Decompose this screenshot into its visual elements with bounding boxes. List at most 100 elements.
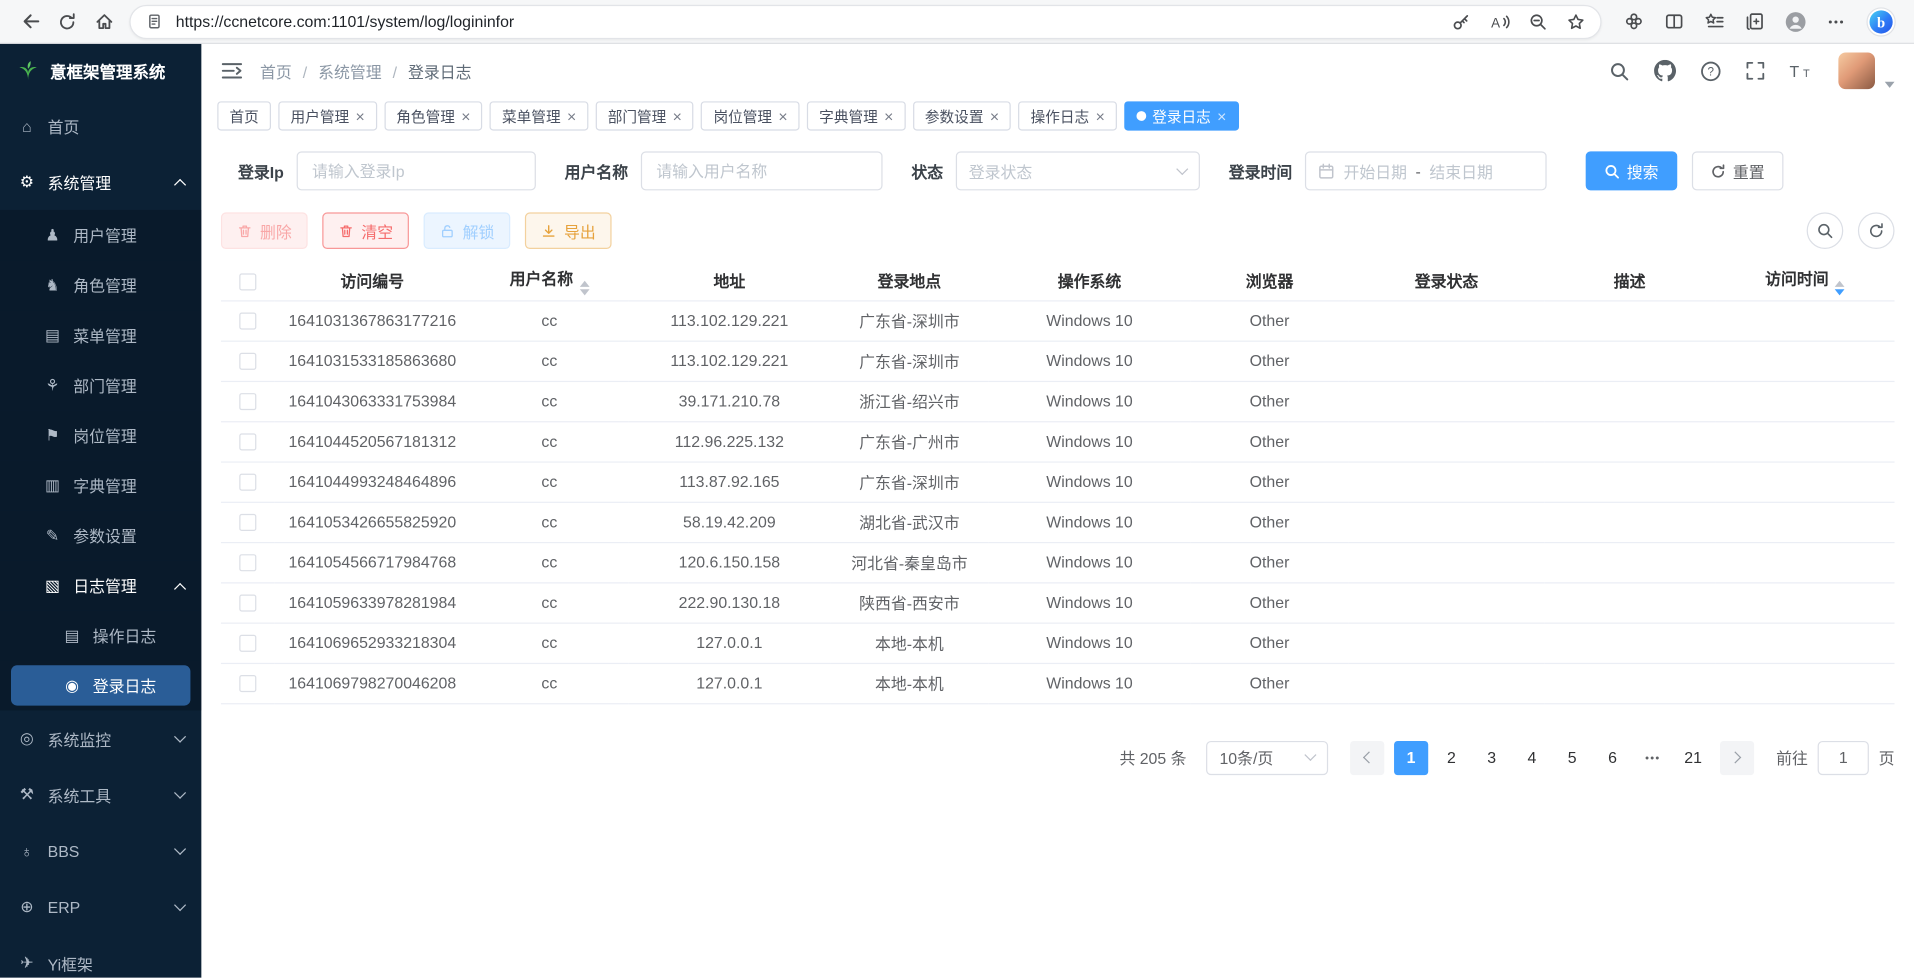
row-checkbox[interactable]: [239, 635, 256, 652]
refresh-table-button[interactable]: [1858, 212, 1895, 249]
row-checkbox[interactable]: [239, 675, 256, 692]
favorites-bar-icon[interactable]: [1704, 11, 1725, 32]
favorites-star-icon[interactable]: [1566, 12, 1586, 32]
clear-button[interactable]: 清空: [322, 212, 409, 249]
page-button[interactable]: 5: [1555, 740, 1589, 774]
tab-close-icon[interactable]: ×: [672, 108, 681, 124]
start-date-placeholder[interactable]: 开始日期: [1344, 159, 1407, 182]
status-select[interactable]: 登录状态: [955, 151, 1199, 190]
help-icon[interactable]: ?: [1700, 60, 1721, 81]
read-aloud-icon[interactable]: A: [1489, 12, 1510, 32]
table-row[interactable]: 1641044520567181312 cc 112.96.225.132 广东…: [221, 421, 1895, 461]
split-screen-icon[interactable]: [1664, 11, 1685, 32]
tab-close-icon[interactable]: ×: [1095, 108, 1104, 124]
sidebar-item[interactable]: ♟ 用户管理: [0, 210, 201, 260]
select-all-header[interactable]: [221, 261, 275, 300]
table-row[interactable]: 1641043063331753984 cc 39.171.210.78 浙江省…: [221, 381, 1895, 421]
login-ip-input[interactable]: [296, 151, 535, 190]
browser-back-button[interactable]: [12, 3, 49, 40]
table-row[interactable]: 1641031367863177216 cc 113.102.129.221 广…: [221, 300, 1895, 340]
user-name-input[interactable]: [640, 151, 882, 190]
view-tab[interactable]: 登录日志 ×: [1124, 101, 1238, 130]
unlock-button[interactable]: 解锁: [424, 212, 511, 249]
table-row[interactable]: 1641044993248464896 cc 113.87.92.165 广东省…: [221, 461, 1895, 501]
sidebar-item[interactable]: ⌂ 首页: [0, 98, 201, 154]
row-checkbox[interactable]: [239, 595, 256, 612]
page-button[interactable]: 3: [1475, 740, 1509, 774]
table-row[interactable]: 1641054566717984768 cc 120.6.150.158 河北省…: [221, 542, 1895, 582]
column-header[interactable]: 用户名称: [470, 261, 629, 300]
app-logo[interactable]: 意框架管理系统: [0, 44, 201, 98]
address-bar[interactable]: https://ccnetcore.com:1101/system/log/lo…: [129, 4, 1601, 38]
fullscreen-icon[interactable]: [1746, 61, 1766, 81]
sidebar-item[interactable]: ⚒ 系统工具: [0, 767, 201, 823]
page-button[interactable]: 2: [1434, 740, 1468, 774]
user-avatar[interactable]: [1838, 52, 1875, 89]
sidebar-item[interactable]: ⚘ 部门管理: [0, 360, 201, 410]
tab-close-icon[interactable]: ×: [884, 108, 893, 124]
page-button[interactable]: 21: [1676, 740, 1710, 774]
copilot-icon[interactable]: b: [1865, 5, 1897, 37]
column-header[interactable]: 访问时间: [1715, 261, 1894, 300]
collections-icon[interactable]: [1744, 11, 1765, 32]
zoom-out-icon[interactable]: [1528, 12, 1548, 32]
tab-close-icon[interactable]: ×: [778, 108, 787, 124]
column-header[interactable]: 操作系统: [989, 261, 1190, 300]
sidebar-item[interactable]: ◉ 登录日志: [0, 660, 201, 710]
font-size-icon[interactable]: TT: [1790, 61, 1814, 81]
sidebar-item[interactable]: ✎ 参数设置: [0, 510, 201, 560]
row-checkbox[interactable]: [239, 393, 256, 410]
view-tab[interactable]: 参数设置 ×: [913, 101, 1011, 130]
row-checkbox[interactable]: [239, 474, 256, 491]
sidebar-item[interactable]: ⚑ 岗位管理: [0, 410, 201, 460]
password-key-icon[interactable]: [1451, 12, 1471, 32]
row-checkbox[interactable]: [239, 434, 256, 451]
row-checkbox[interactable]: [239, 313, 256, 330]
page-button[interactable]: 1: [1394, 740, 1428, 774]
date-range-picker[interactable]: 开始日期 - 结束日期: [1304, 151, 1546, 190]
breadcrumb-item[interactable]: 系统管理: [292, 59, 382, 82]
view-tab[interactable]: 首页 ×: [217, 101, 271, 130]
extensions-icon[interactable]: [1624, 11, 1645, 32]
table-row[interactable]: 1641031533185863680 cc 113.102.129.221 广…: [221, 341, 1895, 381]
page-button[interactable]: •••: [1636, 740, 1670, 774]
page-size-select[interactable]: 10条/页: [1206, 740, 1328, 774]
breadcrumb-item[interactable]: 登录日志: [382, 59, 472, 82]
view-tab[interactable]: 菜单管理 ×: [490, 101, 588, 130]
browser-profile-icon[interactable]: [1785, 10, 1807, 32]
view-tab[interactable]: 岗位管理 ×: [701, 101, 799, 130]
column-header[interactable]: 地址: [629, 261, 830, 300]
sort-icon[interactable]: [579, 280, 589, 295]
sidebar-item[interactable]: ▥ 字典管理: [0, 460, 201, 510]
column-header[interactable]: 访问编号: [275, 261, 470, 300]
select-all-checkbox[interactable]: [239, 273, 256, 290]
sidebar-item[interactable]: ▤ 操作日志: [0, 610, 201, 660]
browser-menu-icon[interactable]: [1826, 12, 1846, 32]
table-row[interactable]: 1641069652933218304 cc 127.0.0.1 本地-本机 W…: [221, 623, 1895, 663]
table-row[interactable]: 1641059633978281984 cc 222.90.130.18 陕西省…: [221, 582, 1895, 622]
column-header[interactable]: 描述: [1544, 261, 1715, 300]
sidebar-item[interactable]: ⊕ ERP: [0, 879, 201, 935]
column-header[interactable]: 浏览器: [1190, 261, 1349, 300]
sidebar-item[interactable]: ♞ 角色管理: [0, 260, 201, 310]
next-page-button[interactable]: [1720, 740, 1754, 774]
breadcrumb-item[interactable]: 首页: [260, 59, 292, 82]
tab-close-icon[interactable]: ×: [567, 108, 576, 124]
tab-close-icon[interactable]: ×: [990, 108, 999, 124]
menu-collapse-icon[interactable]: [221, 61, 243, 81]
sidebar-item[interactable]: ▧ 日志管理: [0, 560, 201, 610]
view-tab[interactable]: 操作日志 ×: [1018, 101, 1116, 130]
github-icon[interactable]: [1654, 60, 1676, 82]
sidebar-item[interactable]: ◎ 系统监控: [0, 710, 201, 766]
search-icon[interactable]: [1609, 60, 1630, 81]
row-checkbox[interactable]: [239, 555, 256, 572]
delete-button[interactable]: 删除: [221, 212, 308, 249]
view-tab[interactable]: 角色管理 ×: [384, 101, 482, 130]
table-row[interactable]: 1641053426655825920 cc 58.19.42.209 湖北省-…: [221, 502, 1895, 542]
end-date-placeholder[interactable]: 结束日期: [1429, 159, 1492, 182]
tab-close-icon[interactable]: ×: [355, 108, 364, 124]
row-checkbox[interactable]: [239, 514, 256, 531]
view-tab[interactable]: 字典管理 ×: [807, 101, 905, 130]
sidebar-item[interactable]: ♁ BBS: [0, 823, 201, 879]
view-tab[interactable]: 部门管理 ×: [596, 101, 694, 130]
